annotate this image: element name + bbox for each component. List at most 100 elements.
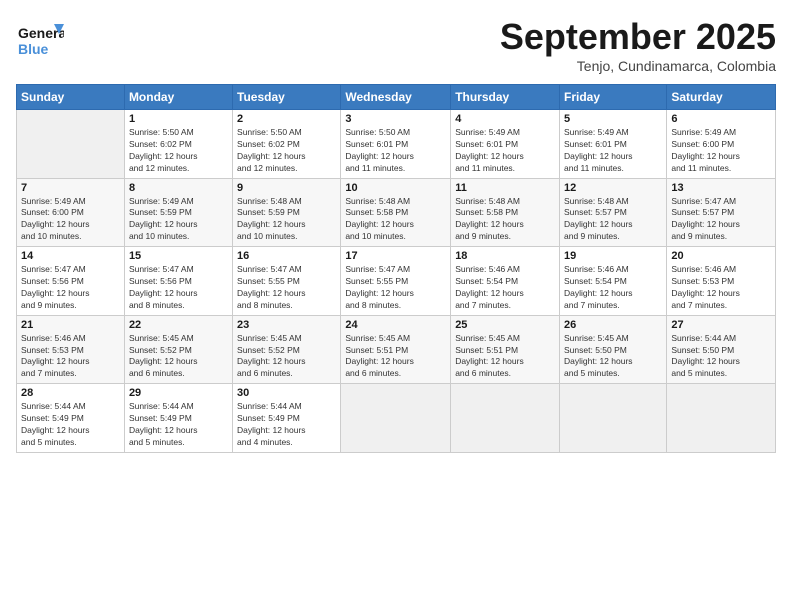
calendar-cell: 6 Sunrise: 5:49 AM Sunset: 6:00 PM Daylig…	[667, 110, 776, 179]
calendar-cell: 20 Sunrise: 5:46 AM Sunset: 5:53 PM Dayli…	[667, 247, 776, 316]
day-info: Sunrise: 5:49 AM Sunset: 5:59 PM Dayligh…	[129, 196, 228, 244]
day-info: Sunrise: 5:47 AM Sunset: 5:56 PM Dayligh…	[129, 264, 228, 312]
calendar-cell: 29 Sunrise: 5:44 AM Sunset: 5:49 PM Dayli…	[124, 384, 232, 453]
day-number: 30	[237, 387, 336, 399]
calendar-cell: 30 Sunrise: 5:44 AM Sunset: 5:49 PM Dayli…	[233, 384, 341, 453]
day-info: Sunrise: 5:47 AM Sunset: 5:55 PM Dayligh…	[237, 264, 336, 312]
calendar-cell: 7Sunrise: 5:49 AM Sunset: 6:00 PM Daylig…	[17, 178, 125, 247]
day-header-friday: Friday	[560, 85, 667, 110]
day-info: Sunrise: 5:44 AM Sunset: 5:49 PM Dayligh…	[237, 401, 336, 449]
logo-icon: General Blue	[16, 16, 64, 64]
calendar-cell	[341, 384, 451, 453]
day-info: Sunrise: 5:50 AM Sunset: 6:02 PM Dayligh…	[237, 127, 336, 175]
calendar-cell: 1 Sunrise: 5:50 AM Sunset: 6:02 PM Daylig…	[124, 110, 232, 179]
day-info: Sunrise: 5:45 AM Sunset: 5:52 PM Dayligh…	[129, 333, 228, 381]
calendar-cell: 28Sunrise: 5:44 AM Sunset: 5:49 PM Dayli…	[17, 384, 125, 453]
calendar-cell: 12 Sunrise: 5:48 AM Sunset: 5:57 PM Dayli…	[560, 178, 667, 247]
day-info: Sunrise: 5:50 AM Sunset: 6:02 PM Dayligh…	[129, 127, 228, 175]
day-info: Sunrise: 5:45 AM Sunset: 5:51 PM Dayligh…	[455, 333, 555, 381]
day-info: Sunrise: 5:45 AM Sunset: 5:50 PM Dayligh…	[564, 333, 662, 381]
calendar-cell: 22 Sunrise: 5:45 AM Sunset: 5:52 PM Dayli…	[124, 315, 232, 384]
calendar-table: SundayMondayTuesdayWednesdayThursdayFrid…	[16, 84, 776, 453]
day-number: 3	[345, 113, 446, 125]
calendar-cell: 25 Sunrise: 5:45 AM Sunset: 5:51 PM Dayli…	[451, 315, 560, 384]
calendar-cell: 23 Sunrise: 5:45 AM Sunset: 5:52 PM Dayli…	[233, 315, 341, 384]
day-info: Sunrise: 5:49 AM Sunset: 6:00 PM Dayligh…	[21, 196, 120, 244]
day-info: Sunrise: 5:45 AM Sunset: 5:52 PM Dayligh…	[237, 333, 336, 381]
day-info: Sunrise: 5:44 AM Sunset: 5:49 PM Dayligh…	[129, 401, 228, 449]
day-number: 15	[129, 250, 228, 262]
week-row-5: 28Sunrise: 5:44 AM Sunset: 5:49 PM Dayli…	[17, 384, 776, 453]
day-number: 5	[564, 113, 662, 125]
week-row-2: 7Sunrise: 5:49 AM Sunset: 6:00 PM Daylig…	[17, 178, 776, 247]
day-info: Sunrise: 5:48 AM Sunset: 5:58 PM Dayligh…	[345, 196, 446, 244]
day-info: Sunrise: 5:46 AM Sunset: 5:53 PM Dayligh…	[671, 264, 771, 312]
day-number: 1	[129, 113, 228, 125]
day-number: 26	[564, 319, 662, 331]
day-info: Sunrise: 5:46 AM Sunset: 5:54 PM Dayligh…	[455, 264, 555, 312]
day-info: Sunrise: 5:48 AM Sunset: 5:57 PM Dayligh…	[564, 196, 662, 244]
calendar-cell: 3Sunrise: 5:50 AM Sunset: 6:01 PM Daylig…	[341, 110, 451, 179]
calendar-cell: 4Sunrise: 5:49 AM Sunset: 6:01 PM Daylig…	[451, 110, 560, 179]
day-number: 8	[129, 182, 228, 194]
day-number: 9	[237, 182, 336, 194]
day-info: Sunrise: 5:45 AM Sunset: 5:51 PM Dayligh…	[345, 333, 446, 381]
day-info: Sunrise: 5:47 AM Sunset: 5:57 PM Dayligh…	[671, 196, 771, 244]
day-header-tuesday: Tuesday	[233, 85, 341, 110]
day-header-monday: Monday	[124, 85, 232, 110]
day-info: Sunrise: 5:47 AM Sunset: 5:56 PM Dayligh…	[21, 264, 120, 312]
month-title: September 2025	[500, 16, 776, 58]
day-info: Sunrise: 5:49 AM Sunset: 6:00 PM Dayligh…	[671, 127, 771, 175]
day-info: Sunrise: 5:46 AM Sunset: 5:53 PM Dayligh…	[21, 333, 120, 381]
day-info: Sunrise: 5:46 AM Sunset: 5:54 PM Dayligh…	[564, 264, 662, 312]
day-number: 27	[671, 319, 771, 331]
calendar-cell: 24 Sunrise: 5:45 AM Sunset: 5:51 PM Dayli…	[341, 315, 451, 384]
day-number: 20	[671, 250, 771, 262]
day-number: 10	[345, 182, 446, 194]
calendar-cell: 2 Sunrise: 5:50 AM Sunset: 6:02 PM Daylig…	[233, 110, 341, 179]
calendar-cell: 11Sunrise: 5:48 AM Sunset: 5:58 PM Dayli…	[451, 178, 560, 247]
day-header-saturday: Saturday	[667, 85, 776, 110]
calendar-cell: 9 Sunrise: 5:48 AM Sunset: 5:59 PM Daylig…	[233, 178, 341, 247]
day-number: 21	[21, 319, 120, 331]
calendar-cell: 21 Sunrise: 5:46 AM Sunset: 5:53 PM Dayli…	[17, 315, 125, 384]
day-info: Sunrise: 5:49 AM Sunset: 6:01 PM Dayligh…	[455, 127, 555, 175]
day-number: 12	[564, 182, 662, 194]
calendar-cell	[451, 384, 560, 453]
day-number: 6	[671, 113, 771, 125]
day-header-sunday: Sunday	[17, 85, 125, 110]
day-number: 23	[237, 319, 336, 331]
calendar-cell: 26 Sunrise: 5:45 AM Sunset: 5:50 PM Dayli…	[560, 315, 667, 384]
week-row-3: 14 Sunrise: 5:47 AM Sunset: 5:56 PM Dayli…	[17, 247, 776, 316]
day-number: 2	[237, 113, 336, 125]
calendar-cell: 27 Sunrise: 5:44 AM Sunset: 5:50 PM Dayli…	[667, 315, 776, 384]
day-number: 29	[129, 387, 228, 399]
day-number: 17	[345, 250, 446, 262]
page: General Blue September 2025 Tenjo, Cundi…	[0, 0, 792, 612]
day-number: 13	[671, 182, 771, 194]
header: General Blue September 2025 Tenjo, Cundi…	[16, 16, 776, 74]
calendar-cell	[560, 384, 667, 453]
day-number: 22	[129, 319, 228, 331]
day-number: 25	[455, 319, 555, 331]
calendar-cell: 14 Sunrise: 5:47 AM Sunset: 5:56 PM Dayli…	[17, 247, 125, 316]
calendar-cell: 17Sunrise: 5:47 AM Sunset: 5:55 PM Dayli…	[341, 247, 451, 316]
logo: General Blue	[16, 16, 64, 69]
calendar-cell: 5 Sunrise: 5:49 AM Sunset: 6:01 PM Daylig…	[560, 110, 667, 179]
day-header-thursday: Thursday	[451, 85, 560, 110]
day-info: Sunrise: 5:49 AM Sunset: 6:01 PM Dayligh…	[564, 127, 662, 175]
day-header-wednesday: Wednesday	[341, 85, 451, 110]
day-number: 19	[564, 250, 662, 262]
calendar-header-row: SundayMondayTuesdayWednesdayThursdayFrid…	[17, 85, 776, 110]
day-info: Sunrise: 5:44 AM Sunset: 5:50 PM Dayligh…	[671, 333, 771, 381]
location-subtitle: Tenjo, Cundinamarca, Colombia	[500, 58, 776, 74]
day-number: 24	[345, 319, 446, 331]
day-number: 18	[455, 250, 555, 262]
title-block: September 2025 Tenjo, Cundinamarca, Colo…	[500, 16, 776, 74]
calendar-cell: 19 Sunrise: 5:46 AM Sunset: 5:54 PM Dayli…	[560, 247, 667, 316]
day-info: Sunrise: 5:48 AM Sunset: 5:59 PM Dayligh…	[237, 196, 336, 244]
day-number: 14	[21, 250, 120, 262]
calendar-cell	[667, 384, 776, 453]
day-info: Sunrise: 5:44 AM Sunset: 5:49 PM Dayligh…	[21, 401, 120, 449]
week-row-1: 1 Sunrise: 5:50 AM Sunset: 6:02 PM Daylig…	[17, 110, 776, 179]
